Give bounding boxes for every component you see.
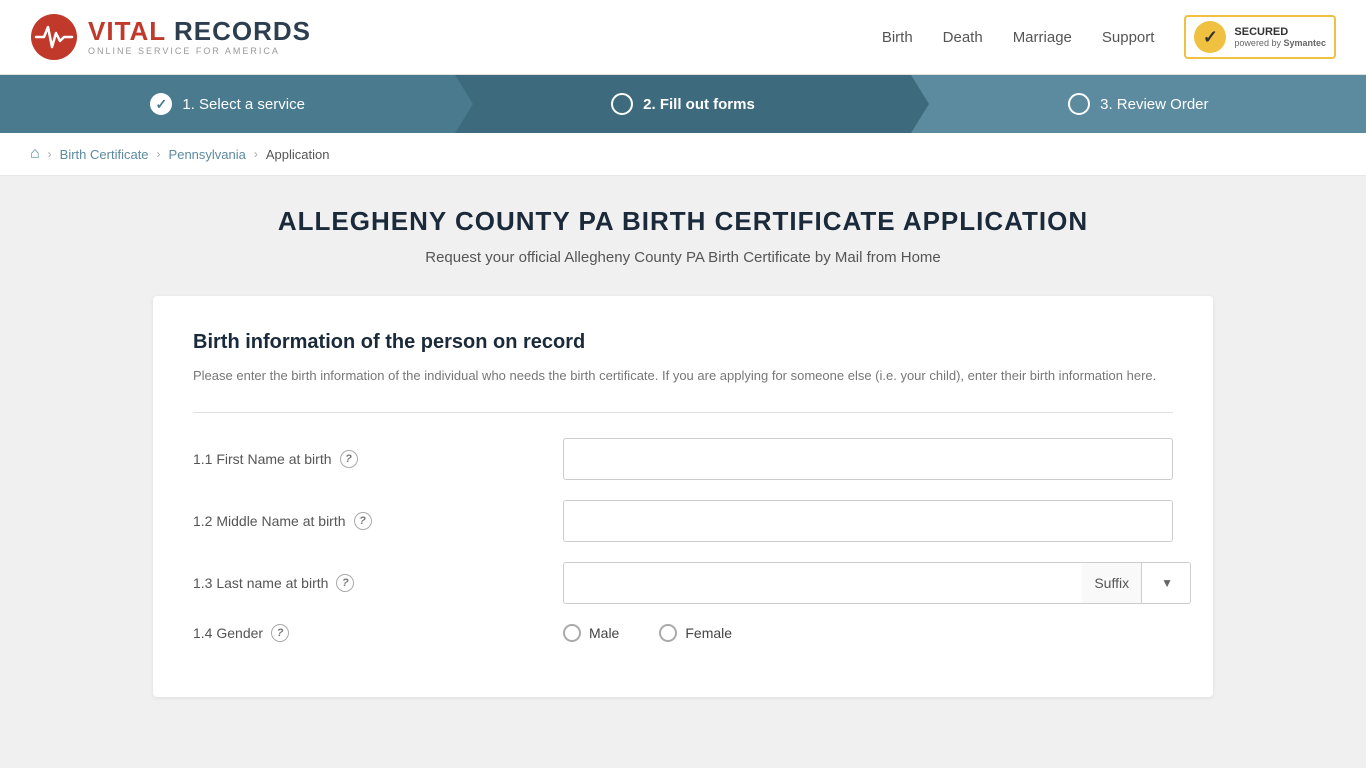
logo-area: VITAL RECORDS ONLINE SERVICE FOR AMERICA bbox=[30, 13, 311, 61]
last-name-input[interactable] bbox=[563, 562, 1082, 604]
logo-main: VITAL RECORDS bbox=[88, 18, 311, 44]
nav-marriage[interactable]: Marriage bbox=[1013, 29, 1072, 46]
nav-birth[interactable]: Birth bbox=[882, 29, 913, 46]
breadcrumb-sep-3: › bbox=[254, 147, 258, 161]
last-name-help-icon[interactable]: ? bbox=[336, 574, 354, 592]
first-name-input[interactable] bbox=[563, 438, 1173, 480]
logo-icon bbox=[30, 13, 78, 61]
gender-row: 1.4 Gender ? Male Female bbox=[193, 624, 1173, 642]
logo-text: VITAL RECORDS ONLINE SERVICE FOR AMERICA bbox=[88, 18, 311, 56]
gender-male-label: Male bbox=[589, 625, 619, 641]
breadcrumb-sep-2: › bbox=[157, 147, 161, 161]
breadcrumb-state[interactable]: Pennsylvania bbox=[169, 147, 246, 162]
logo-sub: ONLINE SERVICE FOR AMERICA bbox=[88, 46, 311, 56]
step-1-label: 1. Select a service bbox=[182, 96, 305, 113]
nav-support[interactable]: Support bbox=[1102, 29, 1155, 46]
nav-area: Birth Death Marriage Support ✓ SECURED p… bbox=[882, 15, 1336, 59]
gender-options: Male Female bbox=[563, 624, 1173, 642]
breadcrumb: ⌂ › Birth Certificate › Pennsylvania › A… bbox=[0, 133, 1366, 176]
middle-name-help-icon[interactable]: ? bbox=[354, 512, 372, 530]
step-1-check-icon: ✓ bbox=[150, 93, 172, 115]
step-2[interactable]: 2. Fill out forms bbox=[455, 75, 910, 133]
main-content: ALLEGHENY COUNTY PA BIRTH CERTIFICATE AP… bbox=[133, 176, 1233, 727]
gender-male-option[interactable]: Male bbox=[563, 624, 619, 642]
form-card: Birth information of the person on recor… bbox=[153, 296, 1213, 697]
suffix-label: Suffix bbox=[1082, 562, 1141, 604]
middle-name-label: 1.2 Middle Name at birth ? bbox=[193, 512, 543, 530]
norton-text: SECURED powered by Symantec bbox=[1234, 26, 1326, 48]
step-2-circle-icon bbox=[611, 93, 633, 115]
steps-bar: ✓ 1. Select a service 2. Fill out forms … bbox=[0, 75, 1366, 133]
middle-name-input[interactable] bbox=[563, 500, 1173, 542]
gender-female-label: Female bbox=[685, 625, 732, 641]
page-subtitle: Request your official Allegheny County P… bbox=[153, 249, 1213, 266]
form-divider bbox=[193, 412, 1173, 413]
form-section-title: Birth information of the person on recor… bbox=[193, 331, 1173, 354]
breadcrumb-sep-1: › bbox=[48, 147, 52, 161]
norton-badge: ✓ SECURED powered by Symantec bbox=[1184, 15, 1336, 59]
first-name-row: 1.1 First Name at birth ? bbox=[193, 438, 1173, 480]
last-name-row: 1.3 Last name at birth ? Suffix Jr. Sr. … bbox=[193, 562, 1173, 604]
gender-label: 1.4 Gender ? bbox=[193, 624, 543, 642]
gender-female-radio-icon bbox=[659, 624, 677, 642]
home-icon[interactable]: ⌂ bbox=[30, 145, 40, 163]
first-name-label: 1.1 First Name at birth ? bbox=[193, 450, 543, 468]
step-1[interactable]: ✓ 1. Select a service bbox=[0, 75, 455, 133]
step-3-label: 3. Review Order bbox=[1100, 96, 1208, 113]
nav-death[interactable]: Death bbox=[943, 29, 983, 46]
step-3[interactable]: 3. Review Order bbox=[911, 75, 1366, 133]
last-name-group: Suffix Jr. Sr. II III IV ▼ bbox=[563, 562, 1173, 604]
page-title: ALLEGHENY COUNTY PA BIRTH CERTIFICATE AP… bbox=[153, 206, 1213, 237]
gender-male-radio-icon bbox=[563, 624, 581, 642]
form-section-desc: Please enter the birth information of th… bbox=[193, 366, 1173, 387]
header: VITAL RECORDS ONLINE SERVICE FOR AMERICA… bbox=[0, 0, 1366, 75]
step-2-label: 2. Fill out forms bbox=[643, 96, 755, 113]
norton-check-icon: ✓ bbox=[1194, 21, 1226, 53]
first-name-help-icon[interactable]: ? bbox=[340, 450, 358, 468]
breadcrumb-birth-cert[interactable]: Birth Certificate bbox=[60, 147, 149, 162]
breadcrumb-current: Application bbox=[266, 147, 330, 162]
gender-help-icon[interactable]: ? bbox=[271, 624, 289, 642]
middle-name-row: 1.2 Middle Name at birth ? bbox=[193, 500, 1173, 542]
step-3-circle-icon bbox=[1068, 93, 1090, 115]
last-name-label: 1.3 Last name at birth ? bbox=[193, 574, 543, 592]
suffix-select[interactable]: Jr. Sr. II III IV bbox=[1141, 562, 1191, 604]
gender-female-option[interactable]: Female bbox=[659, 624, 732, 642]
